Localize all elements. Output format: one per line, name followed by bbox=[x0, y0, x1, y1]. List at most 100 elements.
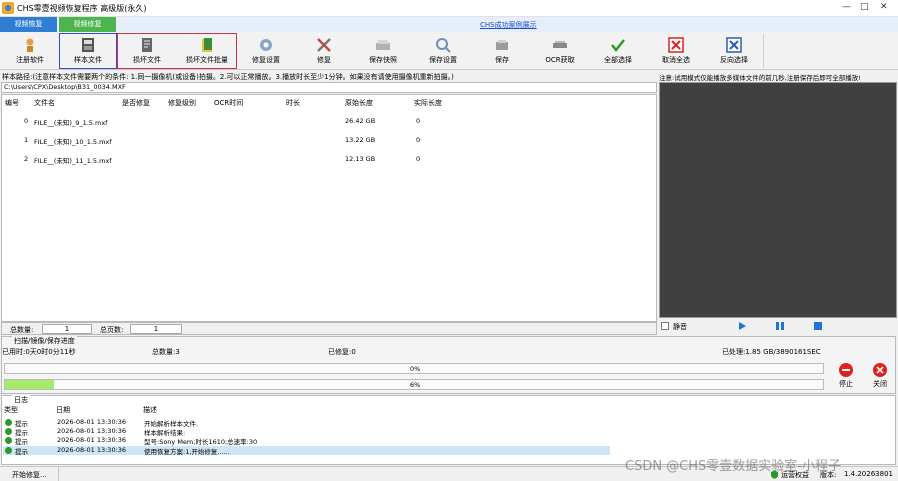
row-original-size: 12.13 GB bbox=[345, 155, 376, 163]
repair-button[interactable]: 修复 bbox=[296, 33, 352, 69]
ocr-button[interactable]: OCR获取 bbox=[532, 33, 588, 69]
row-filename: FILE__(未知)_11_1.5.mxf bbox=[34, 157, 112, 165]
log-date: 2026-08-01 13:30:36 bbox=[57, 427, 127, 435]
log-row-selected[interactable]: 提示 2026-08-01 13:30:36 使用恢复方案:1,开始修复....… bbox=[3, 446, 610, 456]
progress-group: 扫描/镜像/保存进度 已用时:0天0时0分11秒 总数量:3 已修复:0 已处理… bbox=[1, 336, 896, 394]
stop-icon[interactable] bbox=[813, 321, 823, 331]
damaged-files-highlight bbox=[117, 33, 237, 69]
mute-checkbox[interactable] bbox=[661, 322, 669, 330]
file-table: 编号 文件名 是否修复 修复级别 OCR时间 时长 原始长度 实际长度 0 FI… bbox=[1, 94, 657, 322]
uncheck-icon bbox=[668, 37, 684, 53]
preview-note: 注意:试用模式仅能播放多媒体文件的前几秒,注册保存后即可全部播放! bbox=[659, 74, 861, 82]
close-button[interactable]: 关闭 bbox=[864, 360, 896, 392]
stop-label: 停止 bbox=[839, 380, 853, 388]
sample-file-highlight bbox=[59, 33, 117, 69]
success-cases-link[interactable]: CHS成功案例展示 bbox=[480, 20, 537, 30]
log-col-desc[interactable]: 描述 bbox=[143, 405, 157, 415]
log-type: 提示 bbox=[15, 438, 28, 446]
log-col-type[interactable]: 类型 bbox=[4, 405, 18, 415]
log-row[interactable]: 提示 2026-08-01 13:30:36 开始解析样本文件. bbox=[3, 418, 610, 428]
row-id: 1 bbox=[24, 136, 29, 144]
close-circle-icon bbox=[873, 363, 887, 377]
status-text: 开始修复... bbox=[12, 471, 47, 479]
register-icon bbox=[26, 38, 34, 52]
repair-settings-label: 修复设置 bbox=[252, 56, 280, 64]
repair-tools-icon bbox=[317, 38, 331, 52]
tab-strip: 视频恢复 视频修复 CHS成功案例展示 bbox=[0, 17, 898, 32]
snapshot-icon bbox=[376, 40, 390, 50]
stop-button[interactable]: 停止 bbox=[830, 360, 862, 392]
total-pages-value: 1 bbox=[130, 324, 182, 334]
col-header-ocr-time[interactable]: OCR时间 bbox=[214, 98, 243, 108]
table-row[interactable]: 1 FILE__(未知)_10_1.5.mxf 13.22 GB 0 bbox=[2, 136, 656, 146]
log-row[interactable]: 提示 2026-08-01 13:30:36 样本解析结果: bbox=[3, 427, 610, 437]
toolbar-separator bbox=[763, 34, 764, 68]
info-icon bbox=[5, 447, 12, 454]
app-logo-icon bbox=[2, 2, 14, 14]
video-preview[interactable] bbox=[659, 82, 897, 318]
col-header-id[interactable]: 编号 bbox=[5, 98, 19, 108]
play-icon[interactable] bbox=[737, 321, 747, 331]
progress-bar-1: 0% bbox=[4, 363, 824, 374]
register-button[interactable]: 注册软件 bbox=[2, 33, 58, 69]
col-header-level[interactable]: 修复级别 bbox=[168, 98, 196, 108]
toolbar: 注册软件 样本文件 损坏文件 损坏文件批量 修复设置 修复 保存快照 保存设置 … bbox=[0, 32, 898, 70]
close-window-button[interactable]: ✕ bbox=[880, 2, 888, 12]
invert-selection-button[interactable]: 反向选择 bbox=[706, 33, 762, 69]
save-disk-icon bbox=[496, 40, 508, 50]
deselect-all-label: 取消全选 bbox=[662, 56, 690, 64]
deselect-all-button[interactable]: 取消全选 bbox=[648, 33, 704, 69]
settings-icon bbox=[260, 39, 272, 51]
log-type: 提示 bbox=[15, 448, 28, 456]
invert-icon bbox=[726, 37, 742, 53]
info-icon bbox=[5, 419, 12, 426]
sample-path-field[interactable]: C:\Users\CPX\Desktop\B31_0034.MXF bbox=[1, 82, 657, 93]
progress-legend: 扫描/镜像/保存进度 bbox=[12, 336, 77, 346]
elapsed-time: 已用时:0天0时0分11秒 bbox=[2, 348, 76, 356]
save-settings-label: 保存设置 bbox=[429, 56, 457, 64]
col-header-original-size[interactable]: 原始长度 bbox=[345, 98, 373, 108]
save-button[interactable]: 保存 bbox=[474, 33, 530, 69]
log-date: 2026-08-01 13:30:36 bbox=[57, 436, 127, 444]
info-icon bbox=[5, 437, 12, 444]
total-count-value: 1 bbox=[42, 324, 92, 334]
progress-bar-2-text: 6% bbox=[410, 381, 421, 389]
mute-label: 静音 bbox=[673, 323, 687, 331]
preview-controls: 静音 bbox=[659, 318, 897, 335]
row-filename: FILE__(未知)_10_1.5.mxf bbox=[34, 138, 112, 146]
pause-icon[interactable] bbox=[775, 321, 785, 331]
status-version-value: 1.4.20263801 bbox=[844, 470, 893, 478]
register-label: 注册软件 bbox=[16, 56, 44, 64]
tab-video-repair[interactable]: 视频修复 bbox=[59, 17, 116, 32]
invert-selection-label: 反向选择 bbox=[720, 56, 748, 64]
ocr-label: OCR获取 bbox=[545, 56, 575, 64]
save-label: 保存 bbox=[495, 56, 509, 64]
save-settings-button[interactable]: 保存设置 bbox=[414, 33, 472, 69]
table-row[interactable]: 0 FILE__(未知)_9_1.5.mxf 26.42 GB 0 bbox=[2, 117, 656, 127]
progress-bar-1-text: 0% bbox=[410, 365, 421, 373]
repair-settings-button[interactable]: 修复设置 bbox=[238, 33, 294, 69]
col-header-actual-size[interactable]: 实际长度 bbox=[414, 98, 442, 108]
save-snapshot-button[interactable]: 保存快照 bbox=[354, 33, 412, 69]
status-divider bbox=[58, 467, 59, 481]
log-col-date[interactable]: 日期 bbox=[56, 405, 70, 415]
ocr-icon bbox=[553, 41, 567, 48]
repaired-count: 已修复:0 bbox=[328, 348, 356, 356]
table-row[interactable]: 2 FILE__(未知)_11_1.5.mxf 12.13 GB 0 bbox=[2, 155, 656, 165]
row-original-size: 26.42 GB bbox=[345, 117, 376, 125]
maximize-button[interactable]: □ bbox=[860, 2, 869, 12]
save-snapshot-label: 保存快照 bbox=[369, 56, 397, 64]
col-header-filename[interactable]: 文件名 bbox=[34, 98, 55, 108]
select-all-button[interactable]: 全部选择 bbox=[590, 33, 646, 69]
save-settings-icon bbox=[436, 38, 451, 53]
row-filename: FILE__(未知)_9_1.5.mxf bbox=[34, 119, 108, 127]
watermark-text: CSDN @CHS零壹数据实验室-小程子 bbox=[625, 459, 841, 474]
repair-label: 修复 bbox=[317, 56, 331, 64]
log-date: 2026-08-01 13:30:36 bbox=[57, 446, 127, 454]
minimize-button[interactable]: — bbox=[842, 2, 851, 12]
col-header-repaired[interactable]: 是否修复 bbox=[122, 98, 150, 108]
row-actual-size: 0 bbox=[416, 136, 421, 144]
col-header-duration[interactable]: 时长 bbox=[286, 98, 300, 108]
log-row[interactable]: 提示 2026-08-01 13:30:36 型号:Sony Mem;时长161… bbox=[3, 436, 610, 446]
tab-video-recovery[interactable]: 视频恢复 bbox=[0, 17, 57, 32]
